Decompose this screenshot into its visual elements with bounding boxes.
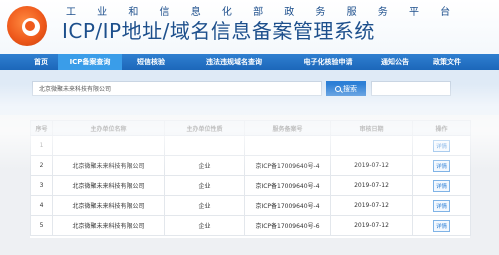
col-header-index: 序号	[30, 120, 53, 136]
detail-button[interactable]: 详情	[432, 139, 450, 152]
detail-button[interactable]: 详情	[432, 199, 450, 212]
cell-license: 京ICP备17009640号-4	[244, 195, 331, 216]
col-header-date: 审核日期	[330, 120, 413, 136]
nav-item-icp-query[interactable]: ICP备案查询	[58, 54, 122, 70]
cell-action: 详情	[412, 175, 471, 196]
cell-license	[244, 135, 331, 156]
cell-type: 企业	[164, 155, 245, 176]
table-header-row: 序号 主办单位名称 主办单位性质 服务备案号 审核日期 操作	[30, 120, 471, 136]
nav-item-illegal-domain-query[interactable]: 违法违规域名查询	[180, 54, 288, 70]
table-row: 5 北京微聚未来科技有限公司 企业 京ICP备17009640号-6 2019-…	[30, 215, 471, 236]
nav-item-notices[interactable]: 通知公告	[368, 54, 422, 70]
col-header-action: 操作	[412, 120, 471, 136]
table-row: 4 北京微聚未来科技有限公司 企业 京ICP备17009640号-4 2019-…	[30, 195, 471, 216]
cell-name	[52, 135, 165, 156]
cell-action: 详情	[412, 215, 471, 236]
cell-name: 北京微聚未来科技有限公司	[52, 175, 165, 196]
cell-date	[330, 135, 413, 156]
nav-item-e-verify-apply[interactable]: 电子化核验申请	[288, 54, 368, 70]
cell-name: 北京微聚未来科技有限公司	[52, 215, 165, 236]
table-row: 3 北京微聚未来科技有限公司 企业 京ICP备17009640号-4 2019-…	[30, 175, 471, 196]
site-header: 工 业 和 信 息 化 部 政 务 服 务 平 台 ICP/IP地址/域名信息备…	[0, 0, 499, 54]
cell-license: 京ICP备17009640号-4	[244, 175, 331, 196]
cell-date: 2019-07-12	[330, 175, 413, 196]
cell-date: 2019-07-12	[330, 155, 413, 176]
search-button[interactable]: 搜索	[326, 81, 366, 96]
cell-name: 北京微聚未来科技有限公司	[52, 155, 165, 176]
detail-button[interactable]: 详情	[432, 179, 450, 192]
cell-type	[164, 135, 245, 156]
table-row: 2 北京微聚未来科技有限公司 企业 京ICP备17009640号-4 2019-…	[30, 155, 471, 176]
nav-item-sms-verify[interactable]: 短信核验	[122, 54, 180, 70]
search-panel: 北京微聚未来科技有限公司 搜索	[0, 70, 499, 115]
header-title: ICP/IP地址/域名信息备案管理系统	[62, 19, 375, 43]
cell-license: 京ICP备17009640号-6	[244, 215, 331, 236]
search-input[interactable]: 北京微聚未来科技有限公司	[32, 81, 322, 96]
table-row: 1 详情	[30, 135, 471, 156]
site-logo-icon	[7, 6, 47, 46]
cell-name: 北京微聚未来科技有限公司	[52, 195, 165, 216]
cell-type: 企业	[164, 175, 245, 196]
results-table: 序号 主办单位名称 主办单位性质 服务备案号 审核日期 操作 1 详情 2 北京…	[30, 120, 471, 238]
cell-type: 企业	[164, 195, 245, 216]
nav-item-policy-docs[interactable]: 政策文件	[422, 54, 472, 70]
cell-index: 4	[30, 195, 53, 216]
cell-license: 京ICP备17009640号-4	[244, 155, 331, 176]
col-header-name: 主办单位名称	[52, 120, 165, 136]
cell-action: 详情	[412, 135, 471, 156]
col-header-type: 主办单位性质	[164, 120, 245, 136]
cell-type: 企业	[164, 215, 245, 236]
search-button-label: 搜索	[343, 84, 357, 93]
col-header-license: 服务备案号	[244, 120, 331, 136]
cell-date: 2019-07-12	[330, 215, 413, 236]
search-icon	[335, 85, 341, 92]
detail-button[interactable]: 详情	[432, 159, 450, 172]
cell-index: 3	[30, 175, 53, 196]
captcha-field[interactable]	[371, 81, 451, 96]
cell-action: 详情	[412, 155, 471, 176]
cell-index: 5	[30, 215, 53, 236]
cell-date: 2019-07-12	[330, 195, 413, 216]
nav-item-home[interactable]: 首页	[24, 54, 58, 70]
main-nav: 首页 ICP备案查询 短信核验 违法违规域名查询 电子化核验申请 通知公告 政策…	[0, 54, 499, 70]
cell-action: 详情	[412, 195, 471, 216]
cell-index: 2	[30, 155, 53, 176]
detail-button[interactable]: 详情	[432, 219, 450, 232]
cell-index: 1	[30, 135, 53, 156]
